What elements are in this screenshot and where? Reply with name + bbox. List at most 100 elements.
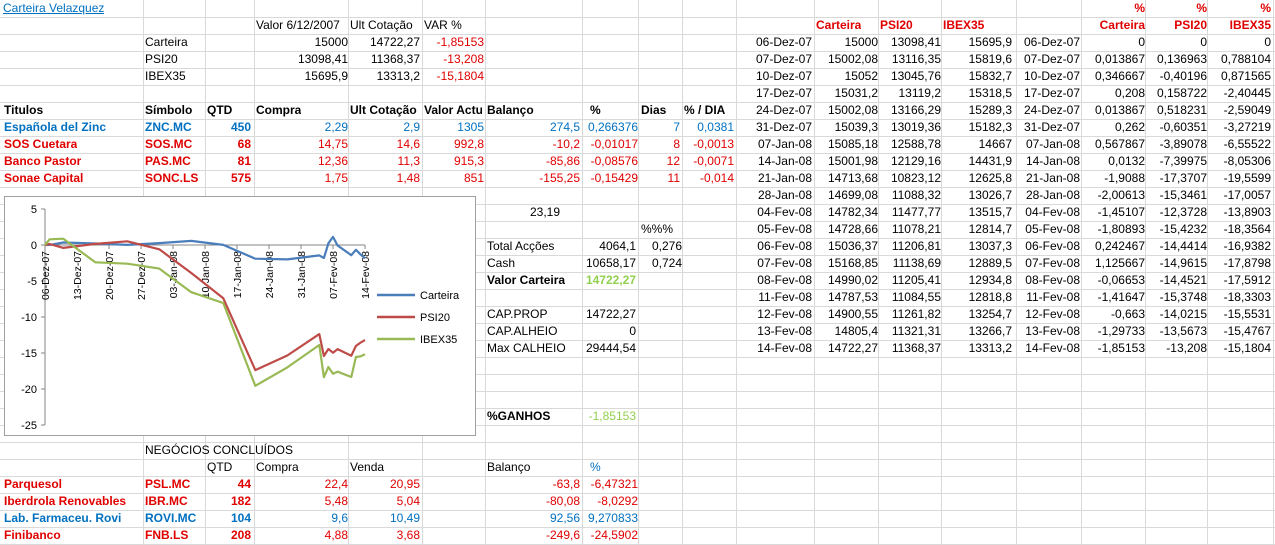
history-psi20: 12588,78 [890,137,941,151]
history-date: 05-Fev-08 [757,222,812,236]
variation-psi20: -0,60351 [1159,120,1207,134]
history-date: 04-Fev-08 [757,205,812,219]
history-psi20: 11321,31 [891,324,941,338]
history-psi20: 13116,35 [891,52,941,66]
negocio-symbol[interactable]: PSL.MC [145,476,190,493]
holding-name[interactable]: SOS Cuetara [4,136,77,153]
holding-symbol[interactable]: PAS.MC [145,153,191,170]
holding-name[interactable]: Sonae Capital [4,170,83,187]
history-psi20: 13019,36 [890,120,941,134]
header-balanco: Balanço [487,103,534,117]
cash-label: Cash [487,256,516,270]
variation-psi20: -12,3728 [1159,205,1207,219]
header-valor: Valor 6/12/2007 [256,18,340,32]
history-ibex35: 15289,3 [968,103,1012,117]
variation-carteira: 0 [1138,35,1145,49]
holding-symbol[interactable]: ZNC.MC [145,119,192,136]
holding-name[interactable]: Banco Pastor [4,153,81,170]
variation-psi20: 0 [1200,35,1207,49]
holding-pct: -0,15429 [590,171,638,185]
variation-psi20: -3,89078 [1159,137,1207,151]
header-dias: Dias [641,103,667,117]
history-ibex35: 12814,7 [968,222,1012,236]
variation-ibex35: 0,871565 [1220,69,1271,83]
holding-balanco: -85,86 [545,154,580,168]
summary-valor: 15695,9 [304,69,348,83]
negocio-symbol[interactable]: FNB.LS [145,527,188,544]
x-tick-label: 06-Dez-07 [40,251,52,300]
header-ult-cotacao: Ult Cotação [350,18,413,32]
variation-psi20: 0,136963 [1156,52,1207,66]
holding-compra: 1,75 [324,171,348,185]
negocio-qtd: 44 [237,477,251,491]
history-ibex35: 12889,5 [968,256,1012,270]
history-carteira: 14900,55 [827,307,878,321]
cap-alheio-value: 0 [629,324,636,338]
negocios-title: NEGÓCIOS CONCLUÍDOS [145,443,294,457]
legend-label-ibex35: IBEX35 [420,334,457,346]
holding-symbol[interactable]: SOS.MC [145,136,192,153]
y-tick-label: -5 [27,276,37,288]
negocio-symbol[interactable]: IBR.MC [145,493,188,510]
history-carteira: 15039,3 [834,120,878,134]
performance-chart[interactable]: 5 0 -5 -10 -15 -20 -25 06-Dez-07 13-Dez-07 20-Dez… [4,196,476,436]
history-ibex35: 13037,3 [968,239,1012,253]
variation-psi20: -13,208 [1166,341,1207,355]
negocio-name[interactable]: Finibanco [4,527,61,544]
holding-name[interactable]: Española del Zinc [4,119,106,136]
variation-ibex35: -16,9382 [1223,239,1271,253]
variation-date: 05-Fev-08 [1025,222,1080,236]
variation-psi20: -14,4414 [1159,239,1207,253]
negocio-symbol[interactable]: ROVI.MC [145,510,196,527]
history-psi20: 11078,21 [891,222,941,236]
hist-header-carteira: Carteira [816,18,862,32]
variation-carteira: -1,85153 [1097,341,1145,355]
valor-carteira-label: Valor Carteira [487,273,566,287]
summary-valor: 13098,41 [297,52,348,66]
holding-compra: 14,75 [317,137,348,151]
holding-symbol[interactable]: SONC.LS [145,170,198,187]
history-ibex35: 13254,7 [968,307,1012,321]
history-carteira: 14805,4 [834,324,878,338]
variation-date: 07-Dez-07 [1023,52,1080,66]
x-tick-label: 27-Dez-07 [136,251,148,300]
variation-ibex35: -18,3564 [1223,222,1271,236]
history-carteira: 15036,37 [827,239,878,253]
negocio-name[interactable]: Lab. Farmaceu. Rovi [4,510,121,527]
y-tick-label: 5 [31,204,37,216]
var-header-ibex35: IBEX35 [1229,18,1271,32]
summary-ult: 14722,27 [369,35,420,49]
header-simbolo: Símbolo [145,103,193,117]
holding-dias: 12 [666,154,680,168]
variation-psi20: 0,518231 [1156,103,1207,117]
variation-date: 13-Fev-08 [1025,324,1080,338]
history-ibex35: 13026,7 [968,188,1012,202]
history-ibex35: 12625,8 [968,171,1012,185]
variation-carteira: 0,262 [1114,120,1145,134]
cash-value: 10658,17 [585,256,636,270]
holding-ult: 14,6 [396,137,420,151]
variation-date: 17-Dez-07 [1023,86,1080,100]
variation-carteira: 0,346667 [1094,69,1145,83]
sheet-title[interactable]: Carteira Velazquez [3,0,104,17]
history-psi20: 13098,41 [890,35,941,49]
variation-psi20: -14,4521 [1159,273,1207,287]
history-ibex35: 13515,7 [968,205,1012,219]
var-pct-1: % [1134,1,1145,15]
holding-balanco: -10,2 [552,137,580,151]
variation-date: 08-Fev-08 [1025,273,1080,287]
variation-carteira: -0,06653 [1097,273,1145,287]
negocio-pct: -24,5902 [590,528,638,542]
holding-qtd: 450 [230,120,251,134]
variation-date: 07-Fev-08 [1025,256,1080,270]
variation-carteira: 0,0132 [1108,154,1145,168]
negocio-name[interactable]: Parquesol [4,476,62,493]
history-date: 13-Fev-08 [757,324,812,338]
history-date: 06-Dez-07 [755,35,812,49]
negocio-name[interactable]: Iberdrola Renovables [4,493,126,510]
variation-psi20: -14,9615 [1159,256,1207,270]
holding-pct: 0,266376 [587,120,638,134]
ganhos-label: %GANHOS [487,409,551,423]
summary-var: -15,1804 [436,69,484,83]
total-accoes-value: 4064,1 [599,239,636,253]
